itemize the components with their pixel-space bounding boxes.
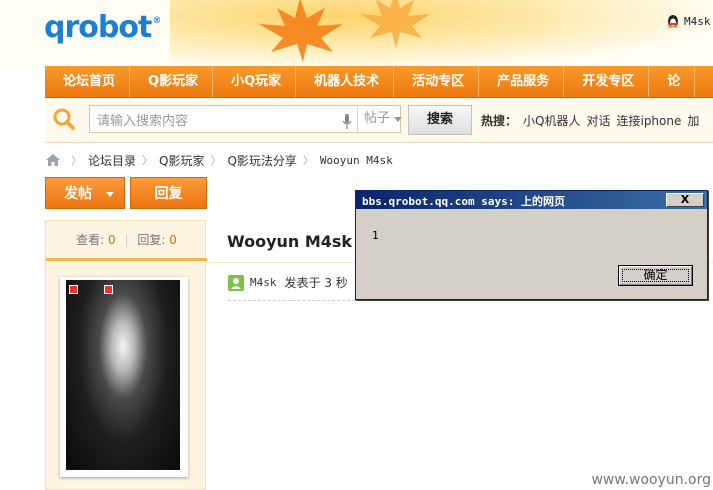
user-name[interactable]: M4sk <box>684 15 711 28</box>
stamp-icon <box>69 285 78 294</box>
breadcrumb: 〉 论坛目录 〉 Q影玩家 〉 Q影玩法分享 〉 Wooyun M4sk <box>45 151 393 169</box>
microphone-icon[interactable] <box>342 114 352 130</box>
hot-searches-label: 热搜： <box>481 114 518 128</box>
main-nav: 论坛首页 Q影玩家 小Q玩家 机器人技术 活动专区 产品服务 开发专区 论 <box>45 66 713 98</box>
breadcrumb-separator-icon: 〉 <box>302 154 314 167</box>
search-bar: 帖子 搜索 热搜： 小Q机器人对话连接iphone 加 <box>45 98 713 143</box>
replies-count: 0 <box>169 233 177 247</box>
nav-item-robot-tech[interactable]: 机器人技术 <box>296 66 395 97</box>
breadcrumb-link[interactable]: Q影玩法分享 <box>227 152 296 169</box>
nav-item-more[interactable]: 论 <box>649 66 696 97</box>
chevron-down-icon <box>106 192 114 197</box>
breadcrumb-link[interactable]: 论坛目录 <box>88 152 136 169</box>
chevron-down-icon <box>394 117 402 122</box>
search-input[interactable] <box>97 112 337 130</box>
user-icon <box>228 274 244 291</box>
site-header: qrobot® M4sk <box>0 0 713 66</box>
hot-search-link[interactable]: 小Q机器人 <box>523 114 580 128</box>
breadcrumb-separator-icon: 〉 <box>142 154 154 167</box>
watermark: www.wooyun.org <box>591 472 711 488</box>
dialog-title-bar[interactable]: bbs.qrobot.qq.com says: 上的网页 X <box>356 191 707 209</box>
post-title: Wooyun M4sk <box>227 232 353 251</box>
stats-divider: | <box>124 233 129 247</box>
ok-button[interactable]: 确定 <box>618 265 693 286</box>
nav-item-developers[interactable]: 开发专区 <box>564 66 650 97</box>
nav-item-home[interactable]: 论坛首页 <box>45 66 131 97</box>
replies-label: 回复: <box>137 233 166 247</box>
hot-search-link[interactable]: 对话 <box>586 114 610 128</box>
avatar[interactable] <box>60 277 188 477</box>
hot-searches: 热搜： 小Q机器人 对话 连接iphone 加 <box>481 112 699 129</box>
maple-leaf-decoration <box>259 0 343 62</box>
qq-penguin-icon <box>668 15 678 28</box>
divider <box>228 300 360 301</box>
post-author-line: M4sk 发表于 3 秒 <box>228 274 348 291</box>
search-icon <box>53 108 75 130</box>
hot-search-link[interactable]: 加 <box>687 114 699 128</box>
alert-dialog: bbs.qrobot.qq.com says: 上的网页 X 1 确定 <box>355 190 708 300</box>
search-scope-value: 帖子 <box>364 111 391 126</box>
dialog-message: 1 <box>372 229 379 242</box>
search-button[interactable]: 搜索 <box>408 105 472 135</box>
new-post-label: 发帖 <box>64 186 92 202</box>
breadcrumb-link[interactable]: Q影玩家 <box>159 152 204 169</box>
views-label: 查看: <box>76 233 105 247</box>
post-time: 发表于 3 秒 <box>284 276 348 290</box>
nav-item-little-q-players[interactable]: 小Q玩家 <box>213 66 297 97</box>
nav-item-q-video-players[interactable]: Q影玩家 <box>130 66 214 97</box>
focus-ring <box>622 269 689 282</box>
close-button[interactable]: X <box>666 193 704 207</box>
search-scope-select[interactable]: 帖子 <box>357 106 407 132</box>
views-count: 0 <box>108 233 116 247</box>
maple-leaf-decoration <box>360 0 430 48</box>
new-post-button[interactable]: 发帖 <box>45 177 125 209</box>
breadcrumb-separator-icon: 〉 <box>210 154 222 167</box>
thread-stats: 查看: 0 | 回复: 0 <box>46 221 207 261</box>
post-author[interactable]: M4sk <box>250 276 277 289</box>
nav-item-events[interactable]: 活动专区 <box>394 66 480 97</box>
breadcrumb-separator-icon: 〉 <box>71 154 82 167</box>
hot-search-link[interactable]: 连接iphone <box>616 114 681 128</box>
user-menu[interactable]: M4sk <box>666 14 711 28</box>
avatar-photo <box>66 280 180 470</box>
home-icon[interactable] <box>45 153 61 167</box>
breadcrumb-current: Wooyun M4sk <box>319 153 393 167</box>
dialog-title: bbs.qrobot.qq.com says: 上的网页 <box>362 195 565 208</box>
author-sidebar: 查看: 0 | 回复: 0 <box>45 220 207 490</box>
reply-button[interactable]: 回复 <box>130 177 207 209</box>
nav-item-products[interactable]: 产品服务 <box>479 66 565 97</box>
site-logo[interactable]: qrobot® <box>44 10 161 45</box>
stamp-icon <box>104 285 113 294</box>
